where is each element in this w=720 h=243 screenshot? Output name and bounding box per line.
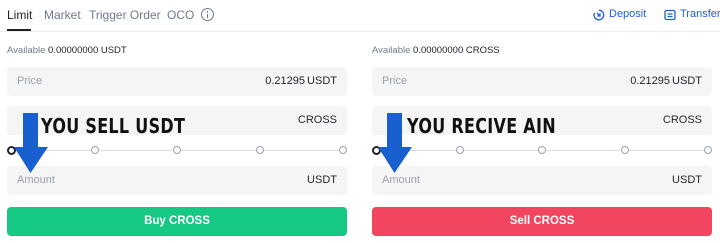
price-input[interactable]: Price 0.21295 USDT	[7, 67, 347, 96]
annotation-left: YOU SELL USDT	[41, 114, 186, 138]
available-label: Available	[372, 45, 411, 56]
amount-unit: USDT	[672, 174, 702, 186]
order-type-tabs: Limit Market Trigger Order OCO Deposit T…	[0, 0, 720, 32]
annotation-right: YOU RECIVE AIN	[407, 114, 556, 138]
transfer-icon[interactable]	[664, 9, 676, 21]
price-value: 0.21295	[630, 75, 670, 87]
slider-step-100[interactable]	[339, 146, 347, 154]
buy-button[interactable]: Buy CROSS	[7, 207, 347, 236]
slider-step-100[interactable]	[704, 146, 712, 154]
amount-slider[interactable]	[7, 145, 347, 156]
available-value: 0.00000000 CROSS	[413, 45, 500, 56]
amount-input[interactable]: Amount USDT	[7, 166, 347, 195]
info-icon[interactable]	[201, 8, 214, 21]
tab-limit[interactable]: Limit	[7, 8, 32, 22]
amount-slider[interactable]	[372, 145, 712, 156]
price-unit: USDT	[672, 75, 702, 87]
tab-trigger-order[interactable]: Trigger Order	[89, 8, 161, 22]
available-value: 0.00000000 USDT	[48, 45, 127, 56]
total-unit: CROSS	[297, 114, 337, 126]
price-unit: USDT	[307, 75, 337, 87]
available-balance: Available 0.00000000 CROSS	[372, 45, 500, 56]
slider-step-25[interactable]	[91, 146, 99, 154]
deposit-link[interactable]: Deposit	[609, 8, 646, 20]
tab-market[interactable]: Market	[44, 8, 81, 22]
transfer-link[interactable]: Transfer	[680, 8, 720, 20]
sell-button[interactable]: Sell CROSS	[372, 207, 712, 236]
deposit-icon[interactable]	[593, 9, 605, 21]
amount-input[interactable]: Amount USDT	[372, 166, 712, 195]
slider-step-75[interactable]	[621, 146, 629, 154]
available-balance: Available 0.00000000 USDT	[7, 45, 127, 56]
available-label: Available	[7, 45, 46, 56]
price-label: Price	[382, 75, 408, 87]
price-value: 0.21295	[265, 75, 305, 87]
amount-label: Amount	[17, 174, 55, 186]
price-input[interactable]: Price 0.21295 USDT	[372, 67, 712, 96]
price-label: Price	[17, 75, 43, 87]
slider-step-25[interactable]	[456, 146, 464, 154]
active-tab-indicator	[7, 29, 31, 31]
amount-label: Amount	[382, 174, 420, 186]
tab-oco[interactable]: OCO	[167, 8, 194, 22]
slider-step-75[interactable]	[256, 146, 264, 154]
total-unit: CROSS	[662, 114, 702, 126]
amount-unit: USDT	[307, 174, 337, 186]
slider-step-50[interactable]	[173, 146, 181, 154]
slider-step-50[interactable]	[538, 146, 546, 154]
